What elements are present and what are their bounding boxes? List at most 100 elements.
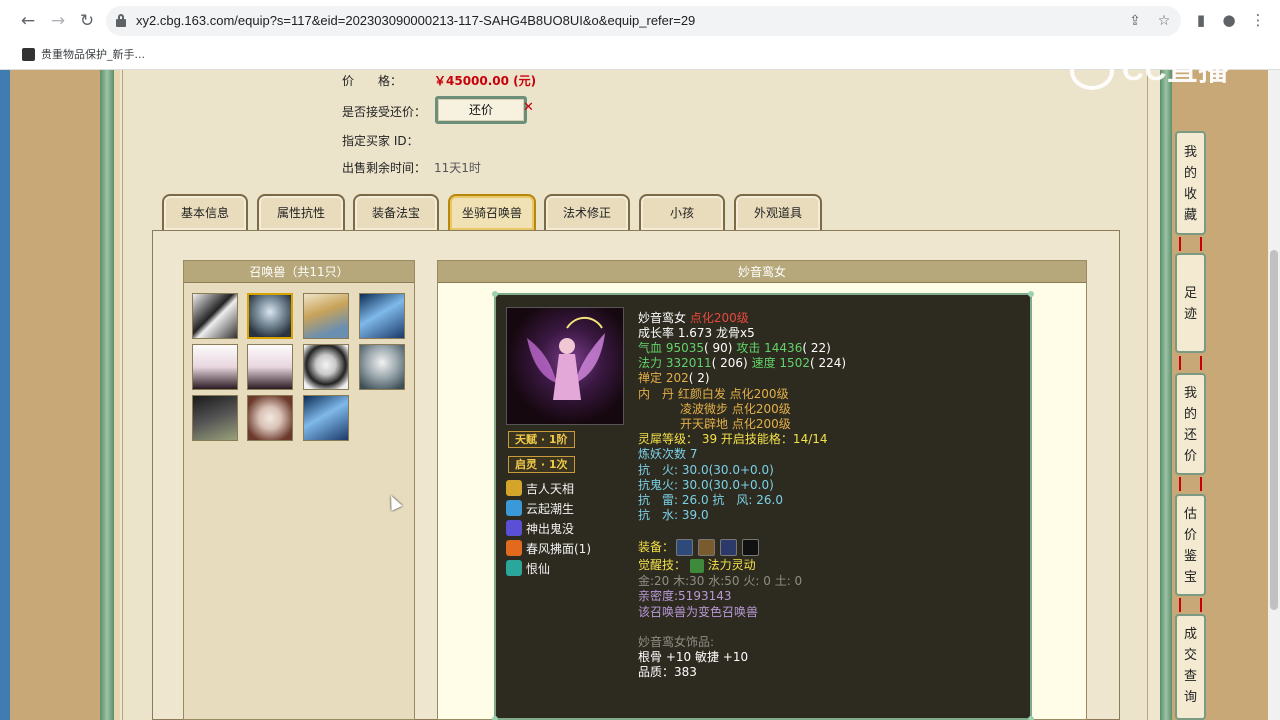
inner-core-3: 开天辟地 点化200级 [680,417,791,431]
pet-thumbnail[interactable] [359,344,405,390]
haggle-row: 是否接受还价： [342,103,426,120]
share-icon[interactable]: ⇪ [1126,12,1144,30]
fire-spring-icon [506,540,522,556]
mp-label: 法力 [638,356,663,370]
side-char: 我 [1183,145,1197,160]
mp-points: ( 206) [711,356,748,370]
pet-level: 点化200级 [689,311,749,325]
tab-attributes[interactable]: 属性抗性 [257,194,345,230]
side-char: 交 [1183,648,1197,663]
watermark-text: CC直播 [1122,54,1230,87]
side-separator [1179,598,1202,612]
price-value: ￥45000.00 (元) [434,74,537,88]
skill-item[interactable]: 春风拂面(1) [506,539,591,557]
bookmark-label: 贵重物品保护_新手... [41,48,145,61]
skill-item[interactable]: 恨仙 [506,559,550,577]
haggle-label: 是否接受还价： [342,105,427,119]
mp-spd-line: 法力 332011( 206) 速度 1502( 224) [638,356,846,371]
cloud-wave-icon [506,500,522,516]
watermark-logo-icon [1070,52,1114,90]
page-scrollbar[interactable] [1268,70,1280,720]
side-button-appraisal[interactable]: 估 价 鉴 宝 [1175,494,1206,596]
haggle-button[interactable]: 还价 [435,96,527,124]
pet-thumbnail[interactable] [303,344,349,390]
pet-growth: 成长率 1.673 龙骨x5 [638,326,755,340]
side-char: 询 [1183,690,1197,705]
right-bamboo-border [1160,70,1172,720]
card-corner [1028,716,1034,720]
immortal-icon [506,560,522,576]
side-separator [1179,356,1202,370]
pet-thumbnail[interactable] [247,395,293,441]
bookmark-item[interactable]: 贵重物品保护_新手... [22,45,145,63]
pet-thumbnail[interactable] [247,293,293,339]
hp-value: 95035 [665,341,705,355]
skill-item[interactable]: 云起潮生 [506,499,574,517]
equip-slot-3-icon[interactable] [720,539,737,556]
stream-watermark: CC直播 [1070,52,1240,90]
atk-value: 14436 [764,341,803,355]
profile-icon[interactable]: ● [1219,10,1239,30]
side-char: 收 [1183,187,1197,202]
forward-arrow-icon[interactable]: → [47,10,69,32]
side-button-transactions[interactable]: 成 交 查 询 [1175,614,1206,720]
equip-slot-4-icon[interactable] [742,539,759,556]
ornament-title: 妙音鸾女饰品: [638,635,715,649]
skill-item[interactable]: 神出鬼没 [506,519,574,537]
spirit-label: 灵犀等级： [638,432,699,446]
equip-slot-1-icon[interactable] [676,539,693,556]
tab-spell-correction[interactable]: 法术修正 [544,194,630,230]
tab-equipment[interactable]: 装备法宝 [353,194,439,230]
equip-slot-2-icon[interactable] [698,539,715,556]
price-row: 价 格： ￥45000.00 (元) [342,72,536,89]
side-button-footprints[interactable]: 足 迹 [1175,253,1206,353]
equip-label: 装备： [638,540,675,554]
pet-thumbnail[interactable] [303,395,349,441]
tab-appearance[interactable]: 外观道具 [734,194,822,230]
pet-thumbnail[interactable] [247,344,293,390]
side-char: 查 [1183,669,1197,684]
inner-core-line: 内 丹 红颜白发 点化200级 [638,387,789,402]
card-corner [492,291,498,297]
pet-thumbnail[interactable] [303,293,349,339]
spd-value: 1502 [779,356,810,370]
skill-item[interactable]: 吉人天相 [506,479,574,497]
side-char: 还 [1183,428,1197,443]
bookmark-star-icon[interactable]: ☆ [1155,12,1173,30]
side-button-favorites[interactable]: 我 的 收 藏 [1175,131,1206,235]
scrollbar-thumb[interactable] [1270,250,1278,610]
pet-thumbnail[interactable] [359,293,405,339]
hp-points: ( 90) [704,341,733,355]
side-panel-icon[interactable]: ▮ [1191,10,1211,30]
side-char: 价 [1183,528,1197,543]
zen-line: 禅定 202( 2) [638,371,710,386]
tab-basic-info[interactable]: 基本信息 [162,194,248,230]
url-text[interactable]: xy2.cbg.163.com/equip?s=117&eid=20230309… [136,13,695,28]
resist-ghost-fire: 抗鬼火: 30.0(30.0+0.0) [638,478,774,492]
reload-icon[interactable]: ↻ [76,10,98,32]
side-char: 足 [1183,286,1197,301]
back-arrow-icon[interactable]: ← [17,10,39,32]
skill-name: 神出鬼没 [526,521,575,536]
pet-thumbnail[interactable] [192,344,238,390]
side-char: 的 [1183,166,1197,181]
pet-thumbnail[interactable] [192,293,238,339]
mp-value: 332011 [665,356,712,370]
price-label: 价 格： [342,74,403,88]
inner-core-1: 红颜白发 点化200级 [677,387,789,401]
pet-detail-title: 妙音鸾女 [438,261,1086,283]
side-button-my-haggles[interactable]: 我 的 还 价 [1175,373,1206,475]
menu-dots-icon[interactable]: ⋮ [1248,10,1268,30]
card-corner [1028,291,1034,297]
skill-name: 吉人天相 [526,481,575,496]
tab-mounts-summons[interactable]: 坐骑召唤兽 [448,194,536,230]
tab-child[interactable]: 小孩 [639,194,725,230]
pet-thumbnail[interactable] [192,395,238,441]
lock-icon[interactable] [116,14,126,27]
awaken-skill-icon[interactable] [689,558,704,573]
hp-label: 气血 [638,341,663,355]
elements: 金:20 木:30 水:50 火: 0 土: 0 [638,574,803,588]
address-bar[interactable]: xy2.cbg.163.com/equip?s=117&eid=20230309… [106,6,1181,36]
ornament-quality: 品质：383 [638,665,697,679]
pet-portrait [506,307,624,425]
